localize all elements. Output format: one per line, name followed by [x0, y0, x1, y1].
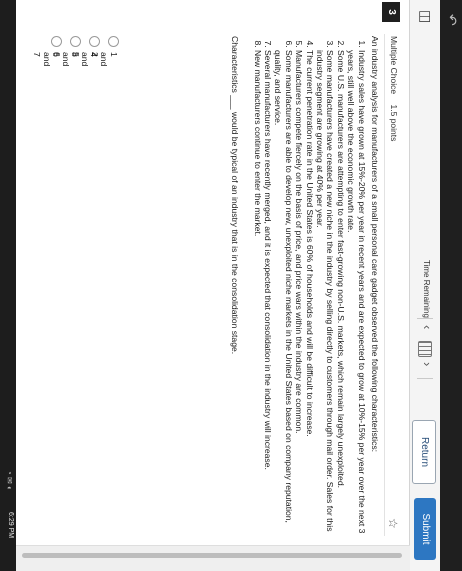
- radio-button[interactable]: [89, 36, 100, 47]
- list-item: Some manufacturers have created a new ni…: [315, 50, 335, 536]
- list-item: Some manufacturers are able to develop n…: [273, 50, 293, 536]
- question-prompt: Characteristics ___ would be typical of …: [230, 36, 241, 355]
- list-item: Manufacturers compete fiercely on the ba…: [294, 50, 304, 536]
- header-divider: [384, 34, 385, 536]
- tray-icons[interactable]: ◔ ✉ ◐: [5, 470, 14, 491]
- radio-button[interactable]: [108, 36, 119, 47]
- bookmark-icon[interactable]: ☆: [386, 518, 400, 529]
- browser-top-bar: ↶: [440, 0, 462, 571]
- toolbar-divider: [417, 318, 433, 319]
- question-type: Multiple Choice: [389, 36, 399, 95]
- question-intro: An industry analysis for manufacturers o…: [370, 36, 380, 453]
- app-logo-icon: ◫: [418, 10, 434, 24]
- list-item: New manufacturers continue to enter the …: [252, 50, 263, 536]
- characteristics-list: Industry sales have grown at 15%-20% per…: [252, 36, 367, 536]
- radio-button[interactable]: [70, 36, 81, 47]
- time-remaining-label: Time Remaining: [422, 260, 431, 318]
- list-item: Industry sales have grown at 15%-20% per…: [346, 50, 366, 536]
- scrollbar[interactable]: [22, 553, 402, 558]
- next-question-icon[interactable]: ›: [420, 362, 435, 366]
- system-taskbar: ◔ ✉ ◐ 6:29 PM: [0, 0, 16, 571]
- prev-question-icon[interactable]: ‹: [420, 325, 435, 329]
- question-number: 3: [382, 2, 400, 22]
- question-grid-icon[interactable]: [418, 341, 432, 357]
- question-header: Multiple Choice 1.5 points: [389, 36, 399, 141]
- submit-button[interactable]: Submit: [414, 498, 436, 560]
- list-item: The current penetration rate in the Unit…: [304, 50, 315, 536]
- toolbar-divider: [417, 378, 433, 379]
- list-item: Several manufacturers have recently merg…: [263, 50, 273, 536]
- exam-toolbar: ◫ Time Remaining ‹ › Return Submit: [409, 0, 440, 571]
- question-points: 1.5 points: [389, 104, 399, 142]
- list-item: Some U.S. manufacturers are attempting t…: [335, 50, 346, 536]
- choice-label[interactable]: 6 and 7: [32, 52, 62, 66]
- question-body: An industry analysis for manufacturers o…: [230, 36, 380, 536]
- right-panel-edge: [0, 545, 410, 571]
- exam-window: ↶ ◫ Time Remaining ‹ › Return Submit 3 M…: [0, 0, 462, 571]
- system-clock: 6:29 PM: [7, 512, 14, 539]
- back-arrow-icon[interactable]: ↶: [443, 14, 460, 26]
- return-button[interactable]: Return: [412, 420, 436, 484]
- radio-button[interactable]: [51, 36, 62, 47]
